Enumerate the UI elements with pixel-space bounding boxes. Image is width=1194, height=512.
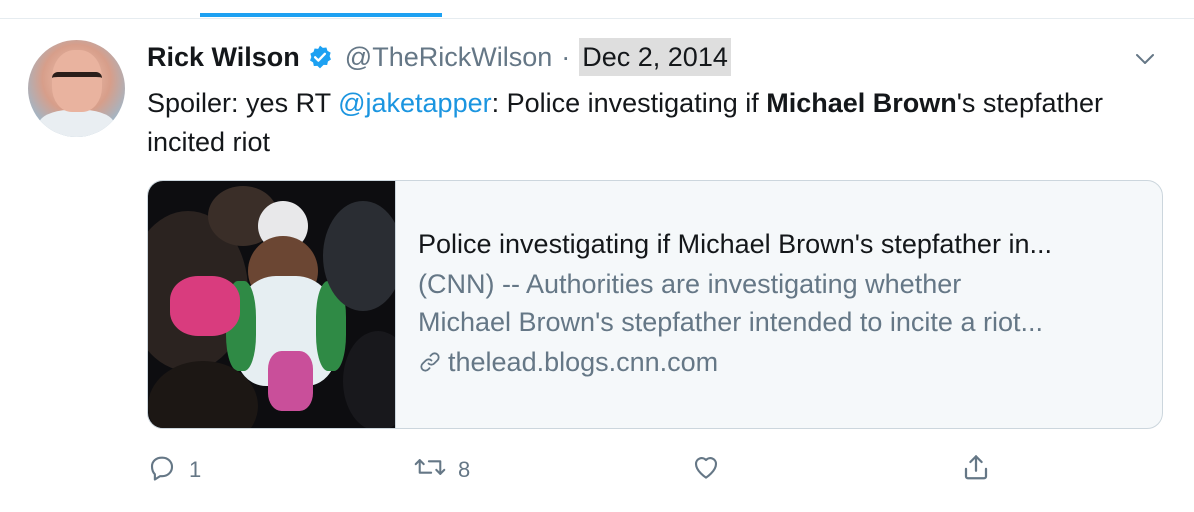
tweet-text: Spoiler: yes RT @jaketapper: Police inve…: [147, 84, 1147, 162]
share-icon: [961, 452, 991, 488]
reply-button[interactable]: 1: [147, 450, 201, 490]
tweet-text-prefix: Spoiler: yes RT: [147, 88, 339, 118]
card-description: (CNN) -- Authorities are investigating w…: [418, 265, 1148, 341]
tweet[interactable]: Rick Wilson @TheRickWilson · Dec 2, 2014…: [0, 19, 1194, 512]
card-description-line-1: (CNN) -- Authorities are investigating w…: [418, 269, 962, 299]
tweet-header: Rick Wilson @TheRickWilson · Dec 2, 2014: [147, 38, 731, 76]
display-name[interactable]: Rick Wilson: [147, 42, 300, 73]
mention-link[interactable]: @jaketapper: [338, 88, 492, 118]
avatar-glasses: [52, 72, 102, 89]
reply-icon: [147, 452, 177, 488]
retweet-count: 8: [458, 457, 471, 482]
page: Rick Wilson @TheRickWilson · Dec 2, 2014…: [0, 0, 1194, 512]
share-button[interactable]: [961, 450, 1003, 490]
like-button[interactable]: [690, 450, 734, 490]
link-preview-card[interactable]: Police investigating if Michael Brown's …: [147, 180, 1163, 429]
separator-dot: ·: [561, 41, 571, 72]
card-description-line-2: Michael Brown's stepfather intended to i…: [418, 307, 1043, 337]
card-title: Police investigating if Michael Brown's …: [418, 229, 1052, 259]
chevron-down-icon[interactable]: [1134, 48, 1156, 70]
tabs-strip: [0, 0, 1194, 19]
link-icon: [418, 350, 442, 374]
avatar[interactable]: [28, 40, 125, 137]
tweet-actions: 1 8: [147, 450, 1007, 490]
tweet-text-middle: : Police investigating if: [491, 88, 767, 118]
card-domain: thelead.blogs.cnn.com: [418, 343, 1148, 381]
heart-icon: [690, 452, 722, 488]
card-thumbnail: [148, 181, 396, 428]
tweet-date[interactable]: Dec 2, 2014: [579, 38, 731, 76]
reply-count: 1: [189, 457, 202, 482]
retweet-button[interactable]: 8: [414, 450, 470, 490]
retweet-icon: [414, 452, 446, 488]
avatar-shirt: [38, 110, 115, 137]
verified-badge-icon: [307, 44, 333, 70]
active-tab-indicator: [200, 13, 442, 17]
user-handle[interactable]: @TheRickWilson: [345, 42, 552, 73]
tweet-text-bold: Michael Brown: [766, 88, 957, 118]
card-domain-text: thelead.blogs.cnn.com: [448, 347, 719, 377]
card-body: Police investigating if Michael Brown's …: [418, 225, 1148, 381]
